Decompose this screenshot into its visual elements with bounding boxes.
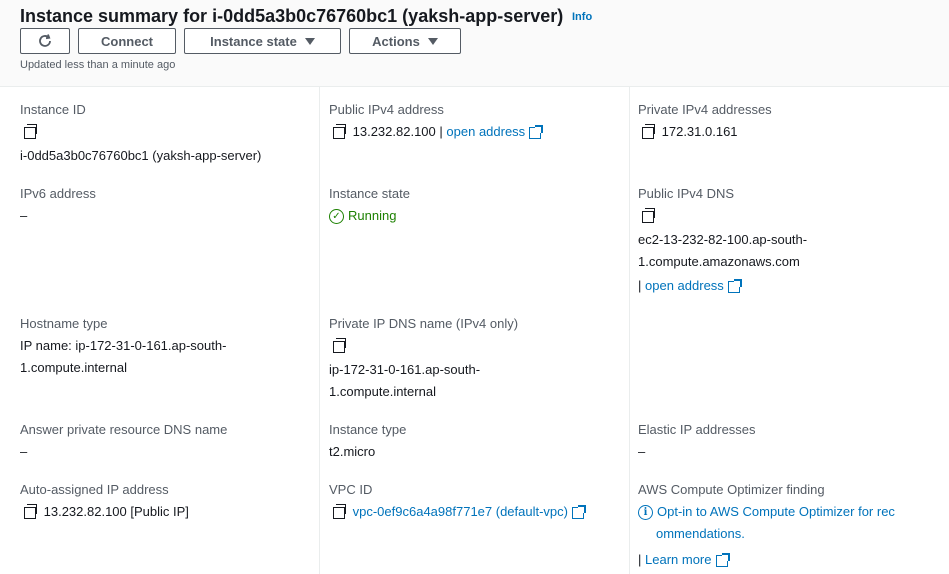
- refresh-button[interactable]: [20, 28, 70, 54]
- private-ipv4-label: Private IPv4 addresses: [638, 102, 772, 117]
- copy-icon[interactable]: [642, 123, 655, 139]
- vpc-id-row: vpc-0ef9c6a4a98f771e7 (default-vpc): [333, 501, 586, 523]
- instance-type-label: Instance type: [329, 422, 407, 437]
- private-dns-value-line1: ip-172-31-0-161.ap-south-: [329, 362, 481, 377]
- auto-ip-label: Auto-assigned IP address: [20, 482, 169, 497]
- summary-header: Instance summary for i-0dd5a3b0c76760bc1…: [0, 0, 949, 87]
- answer-dns-label: Answer private resource DNS name: [20, 422, 228, 437]
- public-dns-label: Public IPv4 DNS: [638, 186, 735, 201]
- public-ipv4-row: 13.232.82.100 | open address: [333, 121, 544, 143]
- external-link-icon[interactable]: [715, 552, 730, 567]
- caret-down-icon: [427, 37, 438, 45]
- instance-state-label: Instance state: [210, 33, 297, 49]
- private-dns-label: Private IP DNS name (IPv4 only): [329, 316, 519, 331]
- updated-text: Updated less than a minute ago: [20, 59, 176, 71]
- instance-id-label: Instance ID: [20, 102, 86, 117]
- vpc-id-link[interactable]: vpc-0ef9c6a4a98f771e7 (default-vpc): [353, 504, 568, 519]
- copy-icon[interactable]: [333, 123, 346, 139]
- check-circle-icon: ✓: [329, 209, 344, 225]
- copy-icon[interactable]: [642, 205, 658, 227]
- elastic-ip-label: Elastic IP addresses: [638, 422, 756, 437]
- public-dns-value-line1: ec2-13-232-82-100.ap-south-: [638, 232, 808, 247]
- refresh-icon: [39, 34, 51, 47]
- external-link-icon[interactable]: [529, 124, 544, 139]
- hostname-type-value-line2: 1.compute.internal: [20, 360, 127, 375]
- copy-icon[interactable]: [333, 335, 349, 357]
- instance-state-row: ✓ Running: [329, 205, 396, 227]
- instance-state-field-label: Instance state: [329, 186, 410, 201]
- hostname-type-label: Hostname type: [20, 316, 108, 331]
- column-divider: [319, 86, 320, 574]
- caret-down-icon: [304, 37, 315, 45]
- copy-icon[interactable]: [24, 503, 37, 519]
- instance-type-value: t2.micro: [329, 444, 376, 459]
- instance-state-value: Running: [348, 208, 397, 223]
- private-dns-value-line2: 1.compute.internal: [329, 384, 436, 399]
- optimizer-link-line1[interactable]: Opt-in to AWS Compute Optimizer for rec: [657, 504, 895, 519]
- private-ipv4-row: 172.31.0.161: [642, 121, 738, 143]
- info-link[interactable]: Info: [572, 11, 592, 23]
- separator: |: [439, 124, 443, 139]
- connect-button[interactable]: Connect: [78, 28, 176, 54]
- separator: |: [638, 552, 642, 567]
- external-link-icon[interactable]: [727, 278, 742, 293]
- column-divider: [629, 86, 630, 574]
- learn-more-link[interactable]: Learn more: [645, 552, 711, 567]
- connect-label: Connect: [101, 33, 153, 49]
- separator: |: [638, 278, 642, 293]
- elastic-ip-value: –: [638, 444, 646, 459]
- public-ipv4-label: Public IPv4 address: [329, 102, 444, 117]
- optimizer-link-line2[interactable]: ommendations.: [656, 523, 745, 545]
- copy-icon[interactable]: [333, 503, 346, 519]
- actions-dropdown[interactable]: Actions: [349, 28, 461, 54]
- open-address-link[interactable]: open address: [446, 124, 525, 139]
- external-link-icon[interactable]: [572, 504, 586, 519]
- hostname-type-value-line1: IP name: ip-172-31-0-161.ap-south-: [20, 338, 227, 353]
- answer-dns-value: –: [20, 444, 28, 459]
- ipv6-value: –: [20, 208, 28, 223]
- instance-state-dropdown[interactable]: Instance state: [184, 28, 341, 54]
- auto-ip-value: 13.232.82.100 [Public IP]: [43, 504, 189, 519]
- learn-more-row: | Learn more: [638, 549, 730, 571]
- info-circle-icon: i: [638, 505, 653, 521]
- vpc-id-label: VPC ID: [329, 482, 373, 497]
- optimizer-row: i Opt-in to AWS Compute Optimizer for rec: [638, 501, 895, 523]
- auto-ip-row: 13.232.82.100 [Public IP]: [24, 501, 189, 523]
- actions-label: Actions: [372, 33, 420, 49]
- public-ipv4-value: 13.232.82.100: [352, 124, 436, 139]
- copy-icon[interactable]: [24, 121, 40, 143]
- optimizer-label: AWS Compute Optimizer finding: [638, 482, 825, 497]
- instance-id-value: i-0dd5a3b0c76760bc1 (yaksh-app-server): [20, 148, 262, 163]
- open-address-link[interactable]: open address: [645, 278, 724, 293]
- public-dns-link-row: | open address: [638, 275, 742, 297]
- public-dns-value-line2: 1.compute.amazonaws.com: [638, 254, 800, 269]
- page-title: Instance summary for i-0dd5a3b0c76760bc1…: [20, 6, 564, 26]
- ipv6-label: IPv6 address: [20, 186, 96, 201]
- private-ipv4-value: 172.31.0.161: [661, 124, 738, 139]
